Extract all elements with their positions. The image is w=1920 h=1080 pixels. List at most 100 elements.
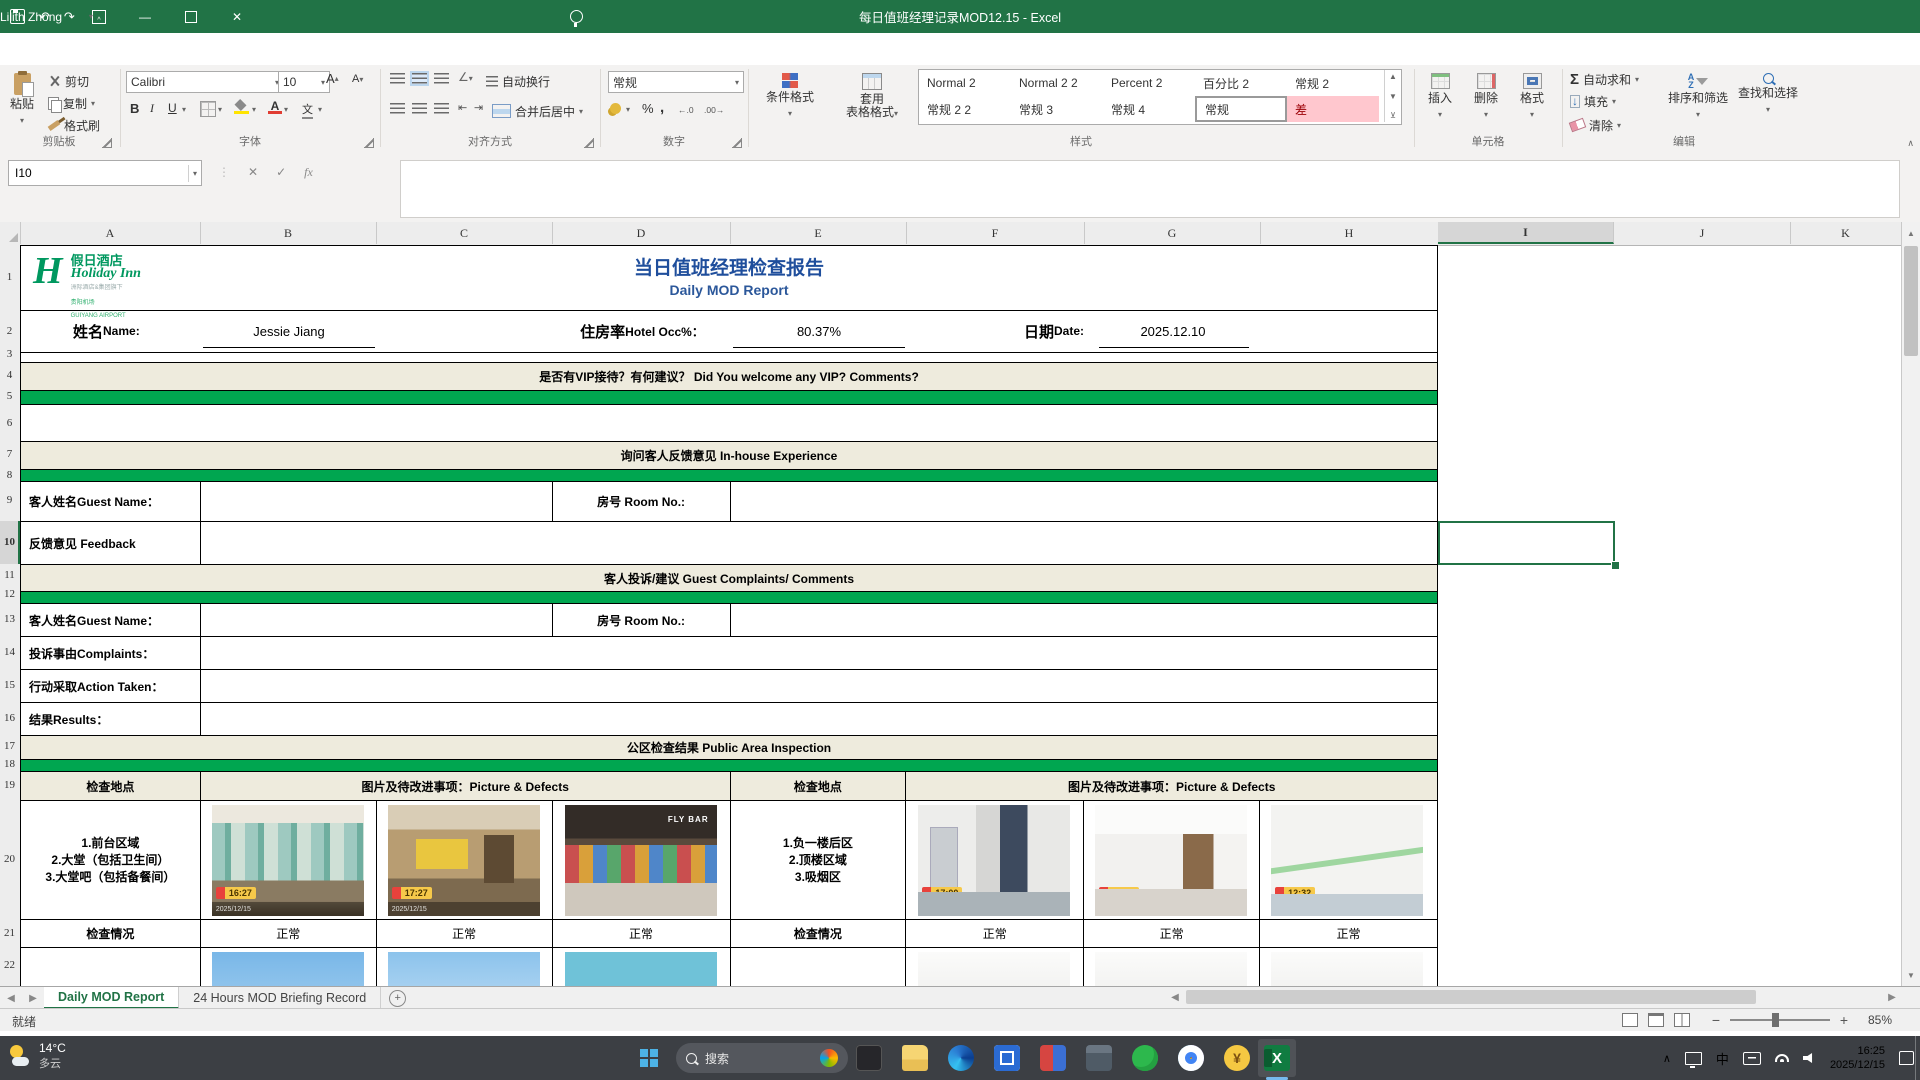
cell-photo-f22[interactable] bbox=[906, 948, 1084, 987]
cell-a22[interactable] bbox=[21, 948, 201, 987]
sheet-tab-24-hours-briefing[interactable]: 24 Hours MOD Briefing Record bbox=[179, 987, 381, 1009]
taskbar-clock[interactable]: 16:25 2025/12/15 bbox=[1830, 1044, 1885, 1072]
underline-button[interactable]: U bbox=[168, 101, 177, 115]
taskbar-app-red-blue-icon[interactable] bbox=[1040, 1045, 1066, 1071]
cell-status-label-2[interactable]: 检查情况 bbox=[731, 920, 907, 947]
cancel-icon[interactable]: ✕ bbox=[248, 165, 258, 179]
new-sheet-button[interactable]: + bbox=[389, 990, 406, 1007]
row-header[interactable]: 9 bbox=[0, 494, 19, 506]
photo-sky-1[interactable] bbox=[212, 952, 364, 987]
cell-room-no-value-1[interactable] bbox=[731, 482, 1438, 521]
photo-ceiling-3[interactable] bbox=[1271, 952, 1423, 987]
underline-dropdown-icon[interactable]: ▾ bbox=[182, 105, 186, 114]
wrap-text-button[interactable]: 自动换行 bbox=[486, 71, 550, 91]
row-header[interactable]: 10 bbox=[0, 536, 19, 548]
align-top-icon[interactable] bbox=[390, 73, 405, 84]
fill-button[interactable]: ↓ 填充 ▾ bbox=[1570, 91, 1616, 111]
row-header[interactable]: 20 bbox=[0, 853, 19, 865]
increase-indent-icon[interactable]: ⇥ bbox=[474, 101, 483, 114]
col-header-A[interactable]: A bbox=[20, 222, 201, 244]
sheet-nav-right-icon[interactable]: ▶ bbox=[22, 987, 44, 1009]
increase-decimal-icon[interactable]: ←.0 bbox=[678, 105, 694, 115]
borders-dropdown-icon[interactable]: ▾ bbox=[218, 105, 222, 114]
col-header-B[interactable]: B bbox=[200, 222, 377, 244]
row-header[interactable]: 14 bbox=[0, 646, 19, 658]
cell-photo-d20[interactable]: FLY BAR 17:42 2025/12/15 bbox=[553, 801, 731, 919]
italic-button[interactable]: I bbox=[150, 101, 154, 116]
style-normal4-cn[interactable]: 常规 4 bbox=[1103, 96, 1195, 122]
excel-icon[interactable]: X bbox=[1264, 1045, 1290, 1071]
cell-complaint-label[interactable]: 投诉事由Complaints： bbox=[21, 637, 201, 669]
collapse-ribbon-icon[interactable]: ∧ bbox=[1907, 138, 1914, 149]
font-dialog-launcher[interactable] bbox=[364, 138, 374, 148]
orientation-icon[interactable]: ∠▾ bbox=[458, 70, 473, 84]
page-break-view-icon[interactable] bbox=[1674, 1013, 1690, 1027]
accounting-dropdown-icon[interactable]: ▾ bbox=[626, 105, 630, 114]
cell-vip-answer[interactable] bbox=[21, 405, 1437, 441]
photo-lobby[interactable]: 17:27 2025/12/15 bbox=[388, 805, 540, 916]
row-header[interactable]: 1 bbox=[0, 271, 19, 283]
wechat-icon[interactable] bbox=[1132, 1045, 1158, 1071]
font-color-dropdown-icon[interactable]: ▾ bbox=[284, 105, 288, 114]
selected-cell-I10[interactable] bbox=[1438, 521, 1615, 565]
touch-keyboard-icon[interactable] bbox=[1743, 1052, 1761, 1065]
row-inhouse-header[interactable]: 询问客人反馈意见 In-house Experience bbox=[21, 442, 1437, 470]
notification-center-icon[interactable] bbox=[1899, 1051, 1914, 1065]
hscroll-track[interactable] bbox=[1184, 989, 1883, 1005]
style-bad[interactable]: 差 bbox=[1287, 96, 1379, 122]
row-complaints-header[interactable]: 客人投诉/建议 Guest Complaints/ Comments bbox=[21, 565, 1437, 592]
row-header[interactable]: 5 bbox=[0, 390, 19, 402]
cell-photo-h22[interactable] bbox=[1260, 948, 1437, 987]
sheet-tab-daily-mod-report[interactable]: Daily MOD Report bbox=[44, 987, 179, 1009]
file-explorer-icon[interactable] bbox=[902, 1045, 928, 1071]
zoom-level[interactable]: 85% bbox=[1868, 1013, 1892, 1027]
borders-icon[interactable] bbox=[200, 101, 216, 117]
row-public-header[interactable]: 公区检查结果 Public Area Inspection bbox=[21, 736, 1437, 760]
sheet-nav-left-icon[interactable]: ◀ bbox=[0, 987, 22, 1009]
page-layout-view-icon[interactable] bbox=[1648, 1013, 1664, 1027]
photo-top-floor[interactable]: 14:50 2025/12/15 bbox=[1095, 805, 1247, 916]
number-format-combo[interactable]: 常规▾ bbox=[608, 71, 744, 93]
taskbar-search[interactable]: 搜索 bbox=[676, 1043, 848, 1073]
zoom-slider-thumb[interactable] bbox=[1772, 1013, 1779, 1027]
autosum-button[interactable]: Σ 自动求和 ▾ bbox=[1570, 69, 1639, 89]
decrease-decimal-icon[interactable]: .00→ bbox=[704, 105, 724, 115]
select-all-corner[interactable] bbox=[0, 222, 21, 244]
font-family-combo[interactable]: Calibri▾ bbox=[126, 71, 284, 93]
style-normal-selected[interactable]: 常规 bbox=[1195, 96, 1287, 122]
accounting-format-icon[interactable] bbox=[610, 103, 621, 114]
photo-exterior[interactable] bbox=[565, 952, 717, 987]
photo-ceiling-1[interactable] bbox=[918, 952, 1070, 987]
cell-guest-name-label-1[interactable]: 客人姓名Guest Name： bbox=[21, 482, 201, 521]
decrease-indent-icon[interactable]: ⇤ bbox=[458, 101, 467, 114]
chrome-icon[interactable] bbox=[1178, 1045, 1204, 1071]
zoom-slider[interactable] bbox=[1730, 1019, 1830, 1021]
percent-style-icon[interactable]: % bbox=[642, 101, 654, 116]
grow-font-button[interactable]: A▴ bbox=[326, 71, 339, 86]
cell-results-value[interactable] bbox=[201, 703, 1437, 735]
row-header[interactable]: 4 bbox=[0, 369, 19, 381]
edge-icon[interactable] bbox=[948, 1045, 974, 1071]
volume-icon[interactable] bbox=[1803, 1052, 1816, 1064]
col-header-E[interactable]: E bbox=[730, 222, 907, 244]
phonetic-guide-icon[interactable]: 文 bbox=[302, 101, 313, 119]
cell-photo-f20[interactable]: 17:00 2025/12/15 bbox=[906, 801, 1084, 919]
horizontal-scrollbar[interactable]: ◀ ▶ bbox=[1166, 987, 1901, 1007]
tray-display-icon[interactable] bbox=[1685, 1052, 1702, 1065]
cell-results-label[interactable]: 结果Results： bbox=[21, 703, 201, 735]
photo-smoking-area[interactable]: 12:32 2025/12/15 bbox=[1271, 805, 1423, 916]
name-value-cell[interactable]: Jessie Jiang bbox=[201, 311, 377, 351]
cell-status-d21[interactable]: 正常 bbox=[553, 920, 731, 947]
cell-status-h21[interactable]: 正常 bbox=[1260, 920, 1437, 947]
row-header[interactable]: 8 bbox=[0, 469, 19, 481]
cell-pics-header-1[interactable]: 图片及待改进事项：Picture & Defects bbox=[201, 772, 731, 800]
cell-title-row[interactable]: H 假日酒店 Holiday Inn 洲际酒店&集团旗下 贵阳机场 GUIYAN… bbox=[21, 246, 1437, 310]
scroll-down-icon[interactable]: ▼ bbox=[1902, 966, 1920, 984]
row-header[interactable]: 16 bbox=[0, 712, 19, 724]
cell-status-f21[interactable]: 正常 bbox=[906, 920, 1084, 947]
photo-lobby-bar[interactable]: FLY BAR 17:42 2025/12/15 bbox=[565, 805, 717, 916]
scroll-up-icon[interactable]: ▲ bbox=[1902, 224, 1920, 242]
vertical-scrollbar[interactable]: ▲ ▼ bbox=[1901, 222, 1920, 986]
start-button[interactable] bbox=[640, 1049, 648, 1057]
shrink-font-button[interactable]: A▾ bbox=[352, 73, 363, 85]
